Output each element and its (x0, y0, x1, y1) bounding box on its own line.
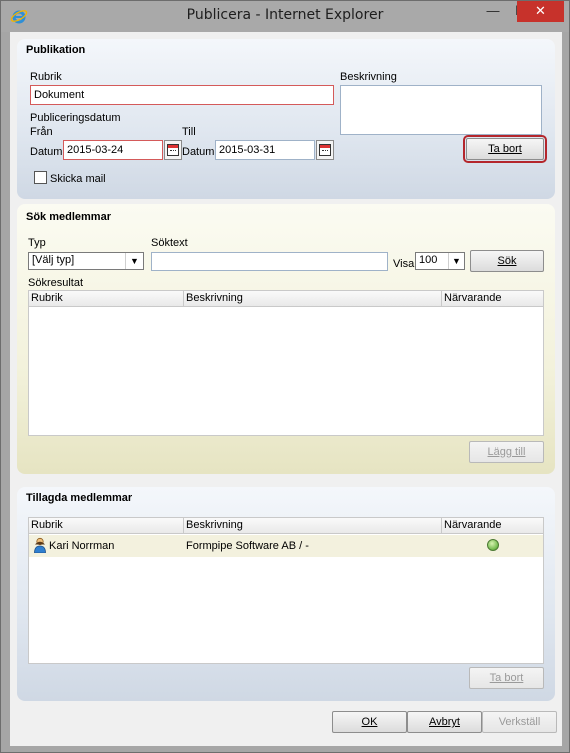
minimize-button[interactable]: — (479, 1, 507, 22)
column-header-narvarande[interactable]: Närvarande (442, 518, 543, 534)
column-header-rubrik[interactable]: Rubrik (29, 518, 184, 534)
chevron-down-icon: ▼ (448, 253, 464, 269)
till-date-input[interactable] (215, 140, 315, 160)
typ-select[interactable]: [Välj typ] ▼ (28, 252, 144, 270)
column-header-beskrivning[interactable]: Beskrivning (184, 518, 442, 534)
beskrivning-label: Beskrivning (340, 71, 397, 83)
tillagda-grid: Rubrik Beskrivning Närvarande Kari Norrm… (28, 517, 544, 664)
visa-select[interactable]: 100 ▼ (415, 252, 465, 270)
ta-bort-publikation-button[interactable]: Ta bort (463, 135, 547, 163)
table-row[interactable]: Kari Norrman Formpipe Software AB / - (29, 535, 543, 557)
publikation-panel: Publikation Rubrik Beskrivning Publiceri… (17, 39, 555, 199)
rubrik-input[interactable] (30, 85, 334, 105)
sok-medlemmar-title: Sök medlemmar (26, 211, 111, 223)
soktext-input[interactable] (151, 252, 388, 271)
fran-datum-label: Datum (30, 146, 63, 158)
member-description: Formpipe Software AB / - (186, 540, 309, 552)
rubrik-label: Rubrik (30, 71, 62, 83)
sokresultat-label: Sökresultat (28, 277, 84, 289)
till-label: Till (182, 126, 196, 138)
skicka-mail-label: Skicka mail (50, 173, 106, 185)
member-name: Kari Norrman (49, 540, 115, 552)
calendar-icon (319, 144, 331, 156)
sok-medlemmar-panel: Sök medlemmar Typ [Välj typ] ▼ Söktext V… (17, 204, 555, 474)
column-header-beskrivning[interactable]: Beskrivning (184, 291, 442, 307)
ok-button[interactable]: OK (332, 711, 407, 733)
column-header-rubrik[interactable]: Rubrik (29, 291, 184, 307)
sok-button[interactable]: Sök (470, 250, 544, 272)
verkstall-button[interactable]: Verkställ (482, 711, 557, 733)
title-bar: Publicera - Internet Explorer — ☐ ✕ (1, 1, 569, 32)
dialog-footer: OK Avbryt Verkställ (10, 707, 562, 746)
till-datum-label: Datum (182, 146, 215, 158)
fran-calendar-button[interactable] (164, 140, 182, 160)
calendar-icon (167, 144, 179, 156)
publikation-title: Publikation (26, 44, 86, 56)
skicka-mail-checkbox[interactable] (34, 171, 47, 184)
grid-header: Rubrik Beskrivning Närvarande (29, 518, 543, 534)
browser-window: Publicera - Internet Explorer — ☐ ✕ Publ… (0, 0, 570, 753)
till-calendar-button[interactable] (316, 140, 334, 160)
fran-date-input[interactable] (63, 140, 163, 160)
chevron-down-icon: ▼ (125, 253, 143, 269)
dialog-client-area: Publikation Rubrik Beskrivning Publiceri… (10, 32, 562, 746)
tillagda-medlemmar-title: Tillagda medlemmar (26, 492, 133, 504)
present-status-icon (487, 539, 499, 551)
sokresultat-grid: Rubrik Beskrivning Närvarande (28, 290, 544, 436)
column-header-narvarande[interactable]: Närvarande (442, 291, 543, 307)
visa-label: Visa (393, 258, 415, 270)
close-button[interactable]: ✕ (517, 1, 564, 22)
avbryt-button[interactable]: Avbryt (407, 711, 482, 733)
fran-label: Från (30, 126, 53, 138)
typ-label: Typ (28, 237, 46, 249)
grid-header: Rubrik Beskrivning Närvarande (29, 291, 543, 307)
user-icon (34, 537, 46, 553)
soktext-label: Söktext (151, 237, 188, 249)
ta-bort-medlem-button[interactable]: Ta bort (469, 667, 544, 689)
publiceringsdatum-label: Publiceringsdatum (30, 112, 121, 124)
lagg-till-button[interactable]: Lägg till (469, 441, 544, 463)
tillagda-medlemmar-panel: Tillagda medlemmar Rubrik Beskrivning Nä… (17, 487, 555, 701)
beskrivning-textarea[interactable] (340, 85, 542, 135)
